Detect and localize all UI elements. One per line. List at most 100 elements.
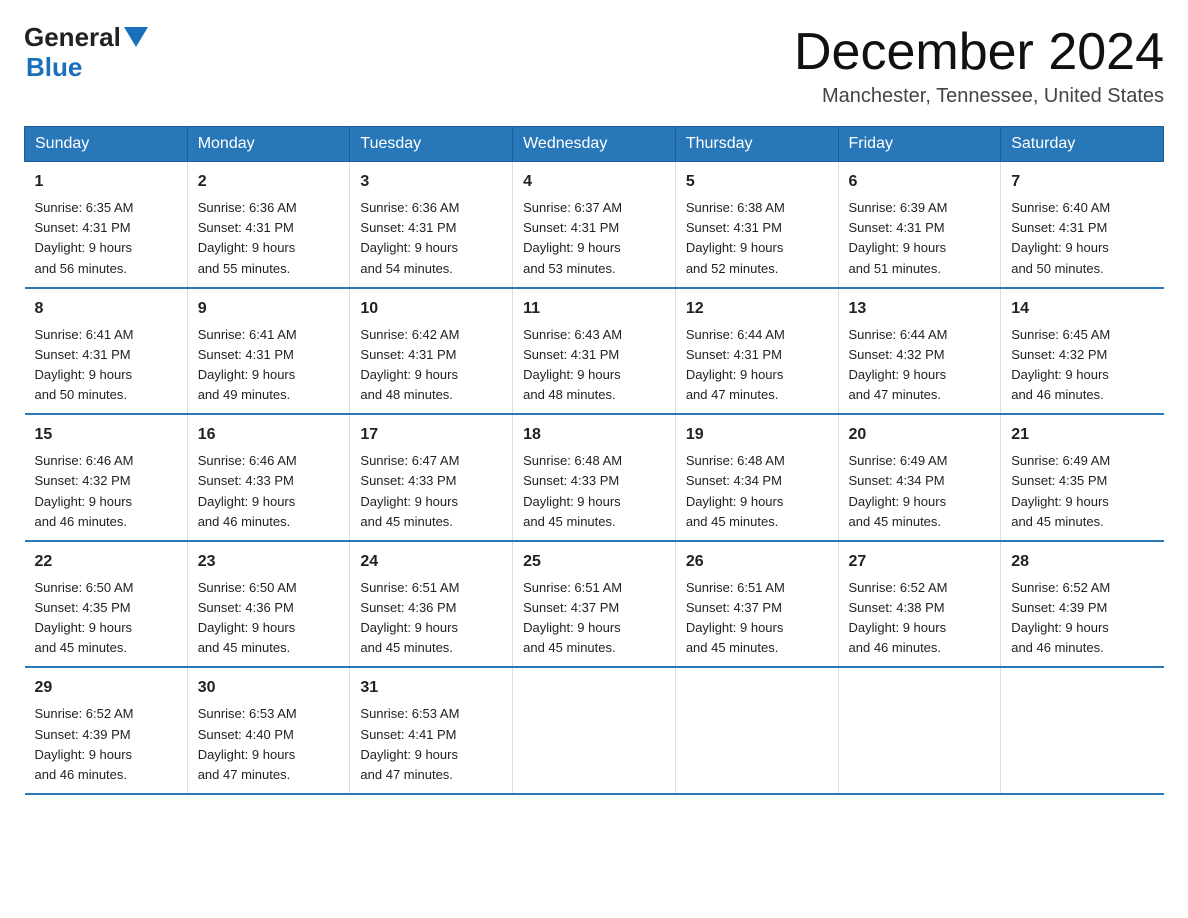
calendar-day-cell: 2 Sunrise: 6:36 AMSunset: 4:31 PMDaylight… (187, 162, 350, 288)
day-number: 31 (360, 676, 502, 700)
day-info: Sunrise: 6:51 AMSunset: 4:37 PMDaylight:… (686, 578, 828, 659)
day-number: 6 (849, 170, 991, 194)
calendar-day-cell: 25 Sunrise: 6:51 AMSunset: 4:37 PMDayligh… (513, 541, 676, 668)
calendar-day-cell (838, 667, 1001, 794)
day-number: 13 (849, 297, 991, 321)
day-number: 29 (35, 676, 177, 700)
day-number: 22 (35, 550, 177, 574)
calendar-day-cell (513, 667, 676, 794)
day-info: Sunrise: 6:39 AMSunset: 4:31 PMDaylight:… (849, 198, 991, 279)
day-number: 17 (360, 423, 502, 447)
calendar-day-cell: 1 Sunrise: 6:35 AMSunset: 4:31 PMDaylight… (25, 162, 188, 288)
calendar-day-cell: 26Sunrise: 6:51 AMSunset: 4:37 PMDayligh… (675, 541, 838, 668)
logo-blue-text: Blue (24, 52, 82, 83)
day-info: Sunrise: 6:40 AMSunset: 4:31 PMDaylight:… (1011, 198, 1153, 279)
day-info: Sunrise: 6:35 AMSunset: 4:31 PMDaylight:… (35, 198, 177, 279)
day-info: Sunrise: 6:49 AMSunset: 4:34 PMDaylight:… (849, 451, 991, 532)
calendar-day-cell: 24 Sunrise: 6:51 AMSunset: 4:36 PMDayligh… (350, 541, 513, 668)
calendar-day-cell: 6 Sunrise: 6:39 AMSunset: 4:31 PMDaylight… (838, 162, 1001, 288)
day-info: Sunrise: 6:50 AMSunset: 4:35 PMDaylight:… (35, 578, 177, 659)
day-number: 4 (523, 170, 665, 194)
header-day-sunday: Sunday (25, 127, 188, 162)
header-row: SundayMondayTuesdayWednesdayThursdayFrid… (25, 127, 1164, 162)
calendar-day-cell: 21 Sunrise: 6:49 AMSunset: 4:35 PMDayligh… (1001, 414, 1164, 541)
day-info: Sunrise: 6:44 AMSunset: 4:32 PMDaylight:… (849, 325, 991, 406)
day-number: 18 (523, 423, 665, 447)
day-number: 25 (523, 550, 665, 574)
calendar-week-row: 8Sunrise: 6:41 AMSunset: 4:31 PMDaylight… (25, 288, 1164, 415)
calendar-day-cell: 27 Sunrise: 6:52 AMSunset: 4:38 PMDayligh… (838, 541, 1001, 668)
calendar-week-row: 22 Sunrise: 6:50 AMSunset: 4:35 PMDayligh… (25, 541, 1164, 668)
day-number: 2 (198, 170, 340, 194)
day-number: 11 (523, 297, 665, 321)
day-info: Sunrise: 6:37 AMSunset: 4:31 PMDaylight:… (523, 198, 665, 279)
header-day-wednesday: Wednesday (513, 127, 676, 162)
calendar-day-cell: 4 Sunrise: 6:37 AMSunset: 4:31 PMDaylight… (513, 162, 676, 288)
calendar-day-cell: 5 Sunrise: 6:38 AMSunset: 4:31 PMDaylight… (675, 162, 838, 288)
calendar-day-cell: 12 Sunrise: 6:44 AMSunset: 4:31 PMDayligh… (675, 288, 838, 415)
logo-triangle-icon (124, 27, 148, 47)
day-info: Sunrise: 6:48 AMSunset: 4:34 PMDaylight:… (686, 451, 828, 532)
day-number: 10 (360, 297, 502, 321)
header-day-thursday: Thursday (675, 127, 838, 162)
page-header: General Blue December 2024 Manchester, T… (24, 24, 1164, 108)
day-number: 9 (198, 297, 340, 321)
day-number: 14 (1011, 297, 1153, 321)
calendar-day-cell: 3Sunrise: 6:36 AMSunset: 4:31 PMDaylight… (350, 162, 513, 288)
calendar-body: 1 Sunrise: 6:35 AMSunset: 4:31 PMDaylight… (25, 162, 1164, 794)
day-info: Sunrise: 6:46 AMSunset: 4:32 PMDaylight:… (35, 451, 177, 532)
day-info: Sunrise: 6:36 AMSunset: 4:31 PMDaylight:… (198, 198, 340, 279)
calendar-header: SundayMondayTuesdayWednesdayThursdayFrid… (25, 127, 1164, 162)
header-day-tuesday: Tuesday (350, 127, 513, 162)
calendar-day-cell: 7Sunrise: 6:40 AMSunset: 4:31 PMDaylight… (1001, 162, 1164, 288)
day-number: 12 (686, 297, 828, 321)
day-number: 3 (360, 170, 502, 194)
day-info: Sunrise: 6:53 AMSunset: 4:41 PMDaylight:… (360, 704, 502, 785)
day-info: Sunrise: 6:38 AMSunset: 4:31 PMDaylight:… (686, 198, 828, 279)
day-info: Sunrise: 6:51 AMSunset: 4:36 PMDaylight:… (360, 578, 502, 659)
calendar-week-row: 1 Sunrise: 6:35 AMSunset: 4:31 PMDaylight… (25, 162, 1164, 288)
location-subtitle: Manchester, Tennessee, United States (794, 85, 1164, 108)
day-info: Sunrise: 6:53 AMSunset: 4:40 PMDaylight:… (198, 704, 340, 785)
calendar-day-cell: 11Sunrise: 6:43 AMSunset: 4:31 PMDayligh… (513, 288, 676, 415)
calendar-day-cell (675, 667, 838, 794)
calendar-day-cell: 9 Sunrise: 6:41 AMSunset: 4:31 PMDaylight… (187, 288, 350, 415)
day-number: 28 (1011, 550, 1153, 574)
calendar-week-row: 29 Sunrise: 6:52 AMSunset: 4:39 PMDayligh… (25, 667, 1164, 794)
day-number: 1 (35, 170, 177, 194)
day-number: 27 (849, 550, 991, 574)
calendar-day-cell: 10Sunrise: 6:42 AMSunset: 4:31 PMDayligh… (350, 288, 513, 415)
calendar-day-cell: 17Sunrise: 6:47 AMSunset: 4:33 PMDayligh… (350, 414, 513, 541)
day-info: Sunrise: 6:45 AMSunset: 4:32 PMDaylight:… (1011, 325, 1153, 406)
day-info: Sunrise: 6:41 AMSunset: 4:31 PMDaylight:… (198, 325, 340, 406)
day-number: 21 (1011, 423, 1153, 447)
day-number: 23 (198, 550, 340, 574)
logo: General Blue (24, 24, 151, 83)
header-day-monday: Monday (187, 127, 350, 162)
day-number: 19 (686, 423, 828, 447)
calendar-day-cell: 19 Sunrise: 6:48 AMSunset: 4:34 PMDayligh… (675, 414, 838, 541)
day-number: 5 (686, 170, 828, 194)
day-number: 24 (360, 550, 502, 574)
calendar-day-cell: 13 Sunrise: 6:44 AMSunset: 4:32 PMDayligh… (838, 288, 1001, 415)
calendar-day-cell: 29 Sunrise: 6:52 AMSunset: 4:39 PMDayligh… (25, 667, 188, 794)
calendar-day-cell: 20 Sunrise: 6:49 AMSunset: 4:34 PMDayligh… (838, 414, 1001, 541)
day-info: Sunrise: 6:52 AMSunset: 4:38 PMDaylight:… (849, 578, 991, 659)
day-info: Sunrise: 6:41 AMSunset: 4:31 PMDaylight:… (35, 325, 177, 406)
day-info: Sunrise: 6:52 AMSunset: 4:39 PMDaylight:… (1011, 578, 1153, 659)
day-info: Sunrise: 6:51 AMSunset: 4:37 PMDaylight:… (523, 578, 665, 659)
calendar-day-cell (1001, 667, 1164, 794)
calendar-table: SundayMondayTuesdayWednesdayThursdayFrid… (24, 126, 1164, 795)
header-day-saturday: Saturday (1001, 127, 1164, 162)
calendar-day-cell: 23 Sunrise: 6:50 AMSunset: 4:36 PMDayligh… (187, 541, 350, 668)
day-info: Sunrise: 6:49 AMSunset: 4:35 PMDaylight:… (1011, 451, 1153, 532)
day-number: 20 (849, 423, 991, 447)
day-info: Sunrise: 6:52 AMSunset: 4:39 PMDaylight:… (35, 704, 177, 785)
calendar-day-cell: 30Sunrise: 6:53 AMSunset: 4:40 PMDayligh… (187, 667, 350, 794)
title-block: December 2024 Manchester, Tennessee, Uni… (794, 24, 1164, 108)
calendar-day-cell: 8Sunrise: 6:41 AMSunset: 4:31 PMDaylight… (25, 288, 188, 415)
day-info: Sunrise: 6:50 AMSunset: 4:36 PMDaylight:… (198, 578, 340, 659)
calendar-day-cell: 28 Sunrise: 6:52 AMSunset: 4:39 PMDayligh… (1001, 541, 1164, 668)
day-info: Sunrise: 6:44 AMSunset: 4:31 PMDaylight:… (686, 325, 828, 406)
day-number: 16 (198, 423, 340, 447)
